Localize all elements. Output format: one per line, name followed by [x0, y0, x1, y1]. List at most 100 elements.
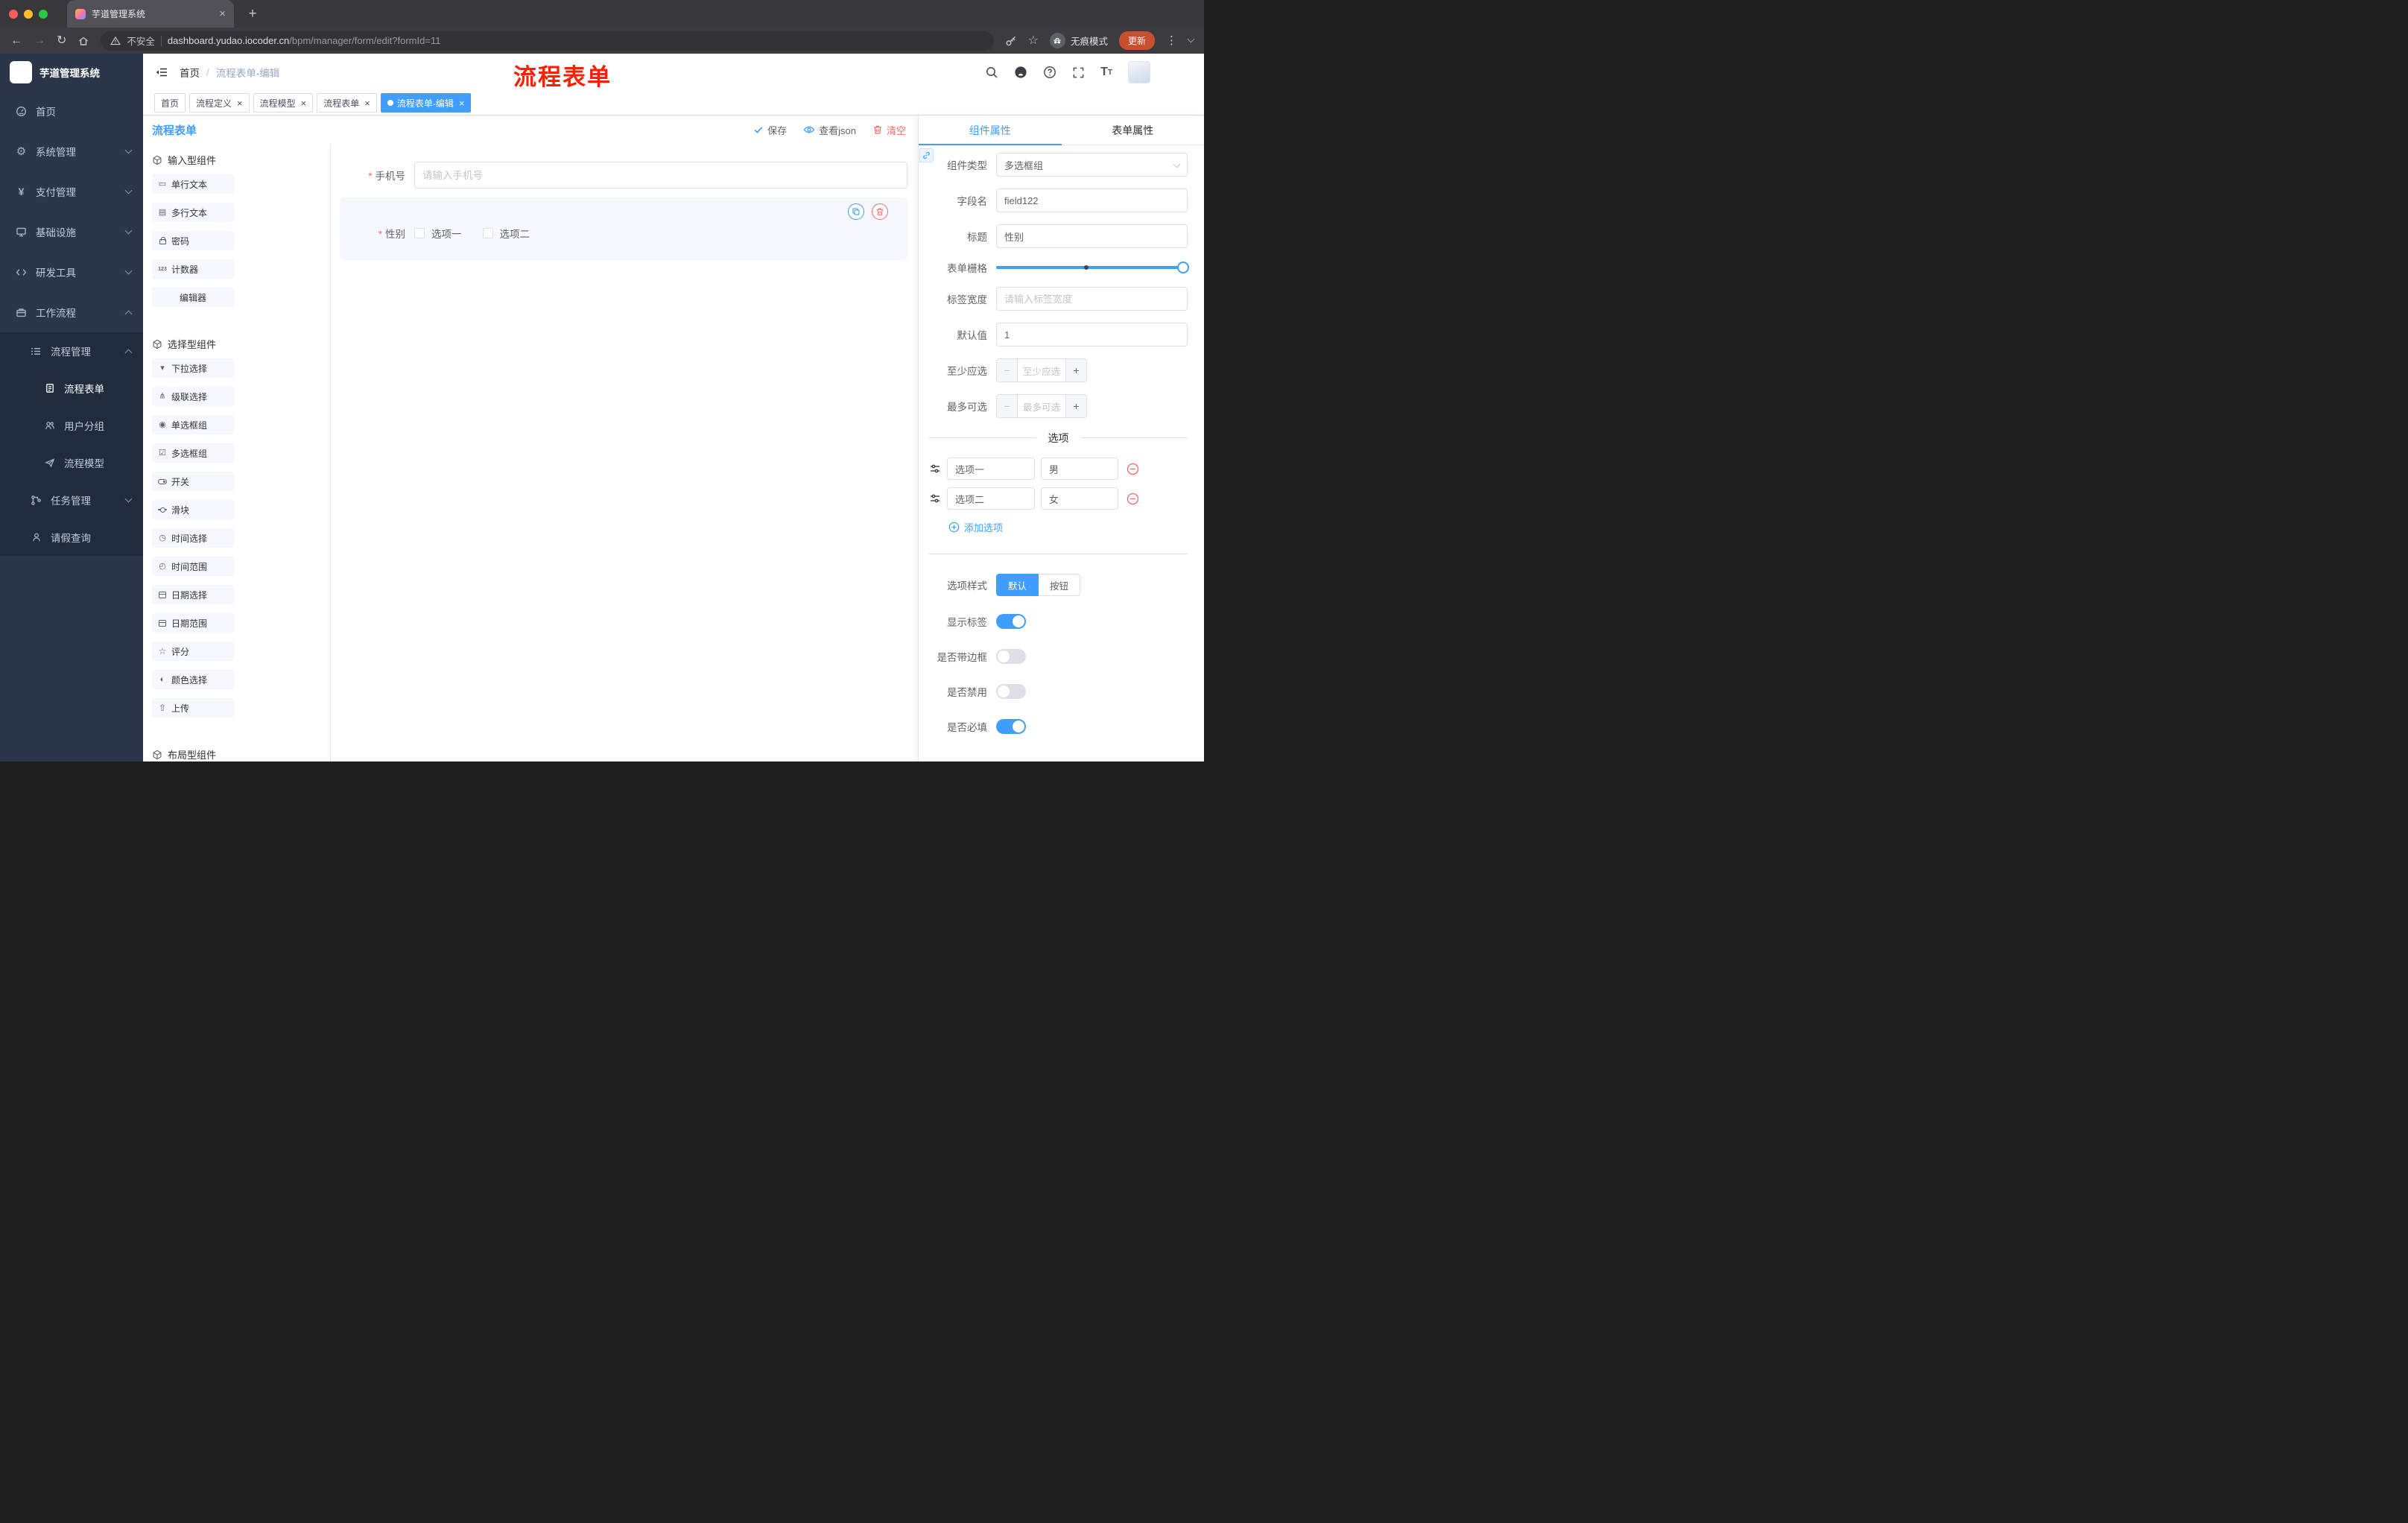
palette-item-counter[interactable]: 计数器 [152, 259, 234, 279]
disabled-switch[interactable] [996, 684, 1026, 699]
reload-button[interactable] [57, 35, 66, 47]
window-minimize-button[interactable] [24, 9, 33, 19]
palette-item-password[interactable]: 密码 [152, 231, 234, 250]
tab-form-props[interactable]: 表单属性 [1062, 115, 1205, 145]
default-value-input[interactable] [996, 323, 1188, 346]
tag-process-form-edit[interactable]: 流程表单-编辑 [380, 93, 472, 113]
font-size-icon[interactable] [1100, 66, 1112, 79]
label-width-input[interactable] [996, 287, 1188, 311]
update-button[interactable]: 更新 [1118, 31, 1155, 50]
tab-component-props[interactable]: 组件属性 [919, 115, 1062, 145]
slider-handle[interactable] [1177, 262, 1189, 273]
palette-item-time-range[interactable]: 时间范围 [152, 557, 234, 576]
palette-item-select[interactable]: 下拉选择 [152, 358, 234, 378]
style-default-button[interactable]: 默认 [996, 574, 1039, 596]
close-icon[interactable] [459, 98, 465, 108]
drag-handle-icon[interactable] [929, 463, 941, 475]
sidebar-item-workflow[interactable]: 工作流程 [0, 292, 143, 332]
breadcrumb-home[interactable]: 首页 [180, 65, 200, 80]
min-select-input[interactable]: 至少应选 [1018, 359, 1065, 381]
remove-option-button[interactable] [1127, 463, 1139, 475]
sidebar-item-devtools[interactable]: 研发工具 [0, 252, 143, 292]
canvas-field-gender-selected[interactable]: 性别 选项一 选项二 [340, 197, 907, 260]
new-tab-button[interactable] [243, 7, 262, 21]
palette-item-input[interactable]: 单行文本 [152, 174, 234, 194]
palette-item-rate[interactable]: 评分 [152, 642, 234, 661]
border-switch[interactable] [996, 649, 1026, 664]
palette-item-time[interactable]: 时间选择 [152, 528, 234, 548]
remove-option-button[interactable] [1127, 493, 1139, 505]
sidebar-item-infrastructure[interactable]: 基础设施 [0, 212, 143, 252]
palette-item-switch[interactable]: 开关 [152, 472, 234, 491]
show-label-switch[interactable] [996, 614, 1026, 629]
palette-item-date-range[interactable]: 日期范围 [152, 613, 234, 633]
close-icon[interactable] [364, 98, 370, 108]
home-button[interactable] [77, 35, 89, 47]
tag-process-definition[interactable]: 流程定义 [189, 93, 250, 113]
tab-close-icon[interactable] [219, 8, 226, 19]
title-input[interactable] [996, 224, 1188, 248]
sidebar-item-user-group[interactable]: 用户分组 [0, 407, 143, 444]
search-icon[interactable] [985, 66, 998, 79]
palette-item-upload[interactable]: 上传 [152, 698, 234, 718]
delete-component-button[interactable] [872, 203, 888, 220]
sidebar-collapse-icon[interactable] [155, 66, 168, 79]
security-warning-icon[interactable] [110, 36, 121, 46]
password-key-icon[interactable] [1005, 35, 1017, 47]
increase-button[interactable]: + [1065, 359, 1086, 381]
link-icon[interactable] [919, 148, 934, 162]
palette-item-radio-group[interactable]: 单选框组 [152, 415, 234, 434]
back-button[interactable] [10, 35, 22, 47]
field-name-input[interactable] [996, 189, 1188, 212]
decrease-button[interactable]: − [997, 395, 1018, 417]
sidebar-item-process-form[interactable]: 流程表单 [0, 370, 143, 407]
option-value-input[interactable] [1041, 457, 1118, 480]
style-button-button[interactable]: 按钮 [1039, 574, 1081, 596]
chevron-down-icon[interactable] [1187, 35, 1195, 43]
gender-option-2-checkbox[interactable]: 选项二 [482, 226, 530, 241]
browser-tab[interactable]: 芋道管理系统 [67, 0, 234, 28]
help-icon[interactable] [1043, 66, 1056, 79]
copy-component-button[interactable] [848, 203, 864, 220]
user-avatar[interactable] [1128, 61, 1150, 83]
view-json-button[interactable]: 查看json [803, 123, 856, 137]
canvas-field-phone[interactable]: 手机号 [340, 162, 907, 189]
palette-item-slider[interactable]: 滑块 [152, 500, 234, 519]
github-icon[interactable] [1014, 66, 1027, 79]
max-select-input[interactable]: 最多可选 [1018, 395, 1065, 417]
palette-item-cascader[interactable]: 级联选择 [152, 387, 234, 406]
tag-process-model[interactable]: 流程模型 [253, 93, 314, 113]
sidebar-item-home[interactable]: 首页 [0, 91, 143, 131]
sidebar-item-leave-query[interactable]: 请假查询 [0, 519, 143, 556]
fullscreen-icon[interactable] [1072, 66, 1085, 79]
tag-home[interactable]: 首页 [154, 93, 186, 113]
bookmark-star-icon[interactable] [1028, 35, 1039, 47]
omnibox[interactable]: 不安全 dashboard.yudao.iocoder.cn/bpm/manag… [101, 31, 994, 51]
palette-item-textarea[interactable]: 多行文本 [152, 203, 234, 222]
drag-handle-icon[interactable] [929, 493, 941, 504]
window-close-button[interactable] [9, 9, 18, 19]
palette-item-color[interactable]: 颜色选择 [152, 670, 234, 689]
window-zoom-button[interactable] [39, 9, 48, 19]
tag-process-form[interactable]: 流程表单 [317, 93, 377, 113]
form-canvas[interactable]: 手机号 [331, 144, 918, 762]
sidebar-item-process-model[interactable]: 流程模型 [0, 444, 143, 481]
close-icon[interactable] [301, 98, 307, 108]
save-button[interactable]: 保存 [753, 123, 787, 137]
add-option-button[interactable]: 添加选项 [948, 520, 1188, 534]
phone-input[interactable] [414, 162, 907, 189]
palette-item-checkbox-group[interactable]: 多选框组 [152, 443, 234, 463]
close-icon[interactable] [237, 98, 243, 108]
increase-button[interactable]: + [1065, 395, 1086, 417]
required-switch[interactable] [996, 719, 1026, 734]
gender-option-1-checkbox[interactable]: 选项一 [414, 226, 462, 241]
option-label-input[interactable] [947, 457, 1035, 480]
palette-item-date[interactable]: 日期选择 [152, 585, 234, 604]
component-type-select[interactable]: 多选框组 [996, 153, 1188, 177]
decrease-button[interactable]: − [997, 359, 1018, 381]
clear-button[interactable]: 清空 [872, 123, 906, 137]
palette-item-editor[interactable]: 编辑器 [152, 288, 234, 307]
sidebar-item-task-manage[interactable]: 任务管理 [0, 481, 143, 519]
browser-menu-icon[interactable] [1166, 35, 1177, 46]
sidebar-item-system[interactable]: 系统管理 [0, 131, 143, 171]
